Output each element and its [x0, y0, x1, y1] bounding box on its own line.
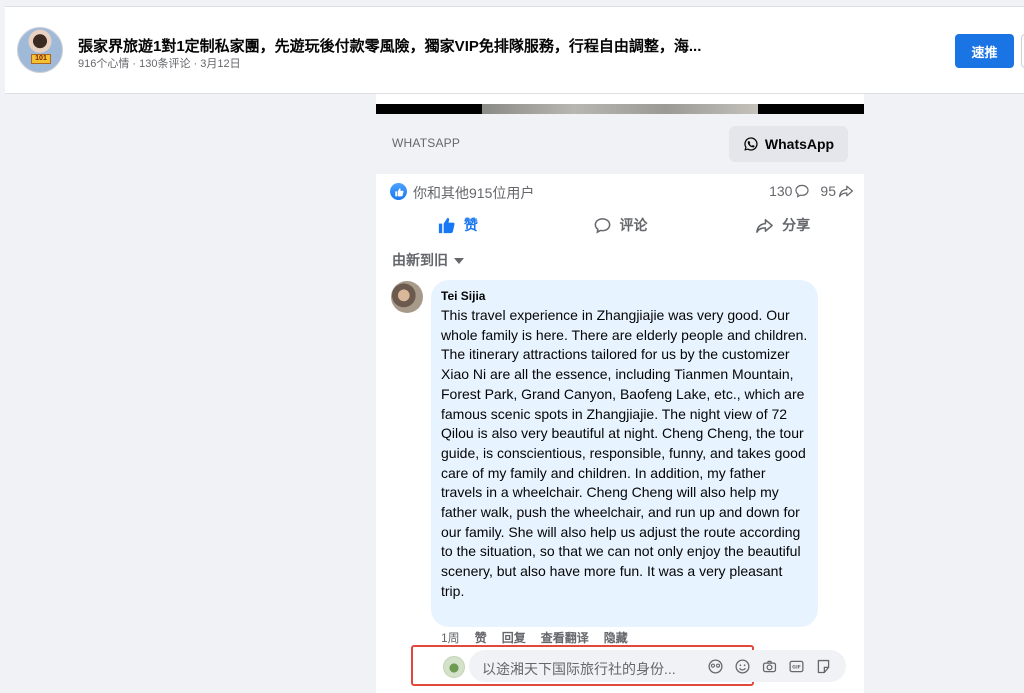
comment-author[interactable]: Tei Sijia: [441, 289, 808, 303]
like-reaction-icon: [390, 183, 407, 200]
link-domain: WHATSAPP: [392, 136, 461, 150]
boost-button[interactable]: 速推: [955, 34, 1014, 68]
post-header: 101 張家界旅遊1對1定制私家團，先遊玩後付款零風險，獨家VIP免排隊服務，行…: [5, 6, 1024, 94]
sticker-icon[interactable]: [815, 658, 832, 675]
link-preview[interactable]: WHATSAPP WhatsApp: [376, 114, 864, 174]
share-count[interactable]: 95: [820, 183, 854, 199]
reactions-summary[interactable]: 你和其他915位用户: [413, 183, 534, 203]
engagement-counts: 130 95: [769, 183, 854, 199]
share-count-value: 95: [820, 183, 836, 199]
comment-hide-link[interactable]: 隐藏: [604, 629, 628, 646]
chevron-down-icon: [454, 258, 464, 264]
comment-count[interactable]: 130: [769, 183, 810, 199]
svg-text:GIF: GIF: [792, 665, 801, 671]
share-icon: [756, 218, 774, 233]
comment-actions: 1周 赞 回复 查看翻译 隐藏: [441, 629, 628, 646]
comment-translate-link[interactable]: 查看翻译: [541, 629, 589, 646]
sort-label: 由新到旧: [392, 252, 448, 268]
post-title: 張家界旅遊1對1定制私家團，先遊玩後付款零風險，獨家VIP免排隊服務，行程自由調…: [78, 38, 702, 55]
reply-tools: GIF: [707, 658, 832, 675]
avatar-sticker-icon[interactable]: [707, 658, 724, 675]
share-button[interactable]: 分享: [701, 208, 864, 242]
post-meta: 916个心情 · 130条评论 · 3月12日: [78, 58, 241, 70]
reply-placeholder: 以途湘天下国际旅行社的身份...: [482, 661, 676, 677]
comment-count-value: 130: [769, 183, 793, 199]
comment-button[interactable]: 评论: [539, 208, 702, 242]
post-card: WHATSAPP WhatsApp 你和其他915位用户 130 95 赞 评论…: [376, 94, 864, 693]
share-label: 分享: [782, 217, 811, 233]
whatsapp-icon: [744, 137, 758, 151]
comment-text: This travel experience in Zhangjiajie wa…: [441, 307, 808, 599]
like-label: 赞: [463, 217, 478, 233]
page-avatar[interactable]: 101: [17, 27, 63, 73]
comment-bubble-icon: [795, 184, 810, 198]
reply-avatar: [443, 656, 465, 678]
comment-like-link[interactable]: 赞: [475, 629, 487, 646]
comment-label: 评论: [619, 217, 648, 233]
comment-reply-link[interactable]: 回复: [502, 629, 526, 646]
comment-icon: [594, 217, 610, 234]
camera-icon[interactable]: [761, 658, 778, 675]
comment-sort-dropdown[interactable]: 由新到旧: [392, 250, 464, 270]
commenter-avatar[interactable]: [391, 281, 423, 313]
thumbs-up-icon: [438, 217, 455, 233]
media-strip: [376, 104, 864, 114]
emoji-icon[interactable]: [734, 658, 751, 675]
comment-time[interactable]: 1周: [441, 629, 460, 646]
comment-bubble: Tei Sijia This travel experience in Zhan…: [431, 280, 818, 627]
whatsapp-button[interactable]: WhatsApp: [729, 126, 848, 162]
like-button[interactable]: 赞: [376, 208, 539, 242]
avatar-sign: 101: [31, 54, 51, 64]
post-image[interactable]: [482, 104, 758, 114]
whatsapp-label: WhatsApp: [764, 136, 835, 152]
post-actions: 赞 评论 分享: [376, 208, 864, 242]
reactions-row: 你和其他915位用户 130 95: [390, 182, 854, 202]
share-arrow-icon: [839, 185, 853, 198]
gif-icon[interactable]: GIF: [788, 658, 805, 675]
